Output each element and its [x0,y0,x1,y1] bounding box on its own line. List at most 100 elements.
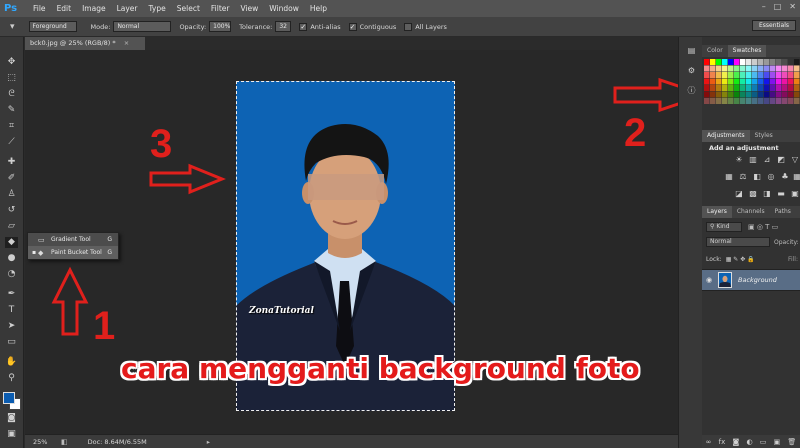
tolerance-input[interactable]: 32 [275,21,292,32]
marquee-tool-icon[interactable]: ⬚ [5,73,18,84]
zoom-tool-icon[interactable]: ⚲ [5,373,18,384]
color-swatch[interactable] [704,65,710,72]
close-button[interactable]: ✕ [789,2,796,11]
tab-layers[interactable]: Layers [702,206,732,218]
color-swatch[interactable] [746,78,752,85]
color-swatch[interactable] [794,65,800,72]
color-swatch[interactable] [758,91,764,98]
color-swatch[interactable] [758,65,764,72]
color-swatch[interactable] [782,59,788,65]
color-swatch[interactable] [782,65,788,72]
color-swatch[interactable] [728,91,734,98]
color-swatch[interactable] [788,85,794,91]
color-swatch[interactable] [782,91,788,98]
selective-color-icon[interactable]: ▣ [790,189,800,198]
kind-filter-select[interactable]: ⚲ Kind [706,222,742,232]
move-tool-icon[interactable]: ✥ [5,57,18,68]
blend-mode-select[interactable]: Normal [706,237,770,247]
color-swatch[interactable] [782,78,788,85]
channel-mixer-icon[interactable]: ♣ [780,172,790,181]
curves-icon[interactable]: ⊿ [762,155,772,164]
color-swatch[interactable] [758,98,764,104]
color-balance-icon[interactable]: ⚖ [738,172,748,181]
color-swatch[interactable] [734,59,740,65]
trash-icon[interactable]: 🗑 [787,438,796,446]
levels-icon[interactable]: ▥ [748,155,758,164]
quick-mask-icon[interactable]: ◙ [5,413,18,424]
color-swatch[interactable] [710,59,716,65]
color-swatch[interactable] [764,78,770,85]
crop-tool-icon[interactable]: ⌗ [5,121,18,132]
color-swatch[interactable] [734,85,740,91]
status-menu-arrow-icon[interactable]: ▸ [207,438,210,446]
menu-edit[interactable]: Edit [57,4,72,13]
color-swatch[interactable] [752,65,758,72]
color-swatch[interactable] [728,59,734,65]
clone-stamp-tool-icon[interactable]: ♙ [5,189,18,200]
brightness-contrast-icon[interactable]: ☀ [734,155,744,164]
menu-help[interactable]: Help [310,4,327,13]
color-swatch[interactable] [770,78,776,85]
menu-window[interactable]: Window [269,4,299,13]
color-swatch[interactable] [794,98,800,104]
color-swatch[interactable] [740,65,746,72]
color-swatch[interactable] [746,72,752,78]
path-selection-tool-icon[interactable]: ➤ [5,321,18,332]
color-swatch[interactable] [728,72,734,78]
type-tool-icon[interactable]: T [5,305,18,316]
zoom-level[interactable]: 25% [33,438,61,446]
menu-layer[interactable]: Layer [117,4,138,13]
color-swatch[interactable] [734,91,740,98]
opacity-input[interactable]: 100% [209,21,232,32]
color-swatch[interactable] [764,65,770,72]
color-swatch[interactable] [740,91,746,98]
color-swatch[interactable] [710,65,716,72]
color-swatch[interactable] [740,59,746,65]
fill-source-select[interactable]: Foreground [28,21,77,32]
close-document-icon[interactable]: × [124,39,129,47]
tab-swatches[interactable]: Swatches [727,45,767,57]
color-swatch[interactable] [794,85,800,91]
gradient-tool-option[interactable]: ▭ Gradient Tool G [28,233,118,246]
color-swatch[interactable] [794,78,800,85]
swatches-grid[interactable] [704,59,800,121]
all-layers-checkbox[interactable] [404,22,413,31]
color-swatch[interactable] [752,91,758,98]
paint-bucket-tool-icon[interactable]: ◆ [5,237,18,248]
color-swatch[interactable] [776,65,782,72]
photo-filter-icon[interactable]: ◎ [766,172,776,181]
color-swatch[interactable] [776,72,782,78]
menu-select[interactable]: Select [177,4,200,13]
color-swatch[interactable] [722,72,728,78]
document-tab[interactable]: bck0.jpg @ 25% (RGB/8) * × [25,37,145,50]
color-swatch[interactable] [722,85,728,91]
color-swatch[interactable] [788,72,794,78]
color-swatch[interactable] [728,78,734,85]
threshold-icon[interactable]: ◨ [762,189,772,198]
color-swatch[interactable] [794,59,800,65]
eye-icon[interactable]: ◉ [702,276,716,284]
color-swatch[interactable] [704,98,710,104]
layer-mask-icon[interactable]: ◙ [732,438,739,446]
invert-icon[interactable]: ◪ [734,189,744,198]
properties-panel-icon[interactable]: ⚙ [685,65,698,76]
color-swatch[interactable] [782,85,788,91]
color-swatch[interactable] [734,72,740,78]
tab-adjustments[interactable]: Adjustments [702,130,750,142]
color-swatch[interactable] [704,59,710,65]
brush-tool-icon[interactable]: ✐ [5,173,18,184]
color-swatch[interactable] [704,78,710,85]
color-swatch[interactable] [728,85,734,91]
color-swatch[interactable] [734,65,740,72]
color-swatch[interactable] [710,98,716,104]
color-swatch[interactable] [782,72,788,78]
color-swatch[interactable] [740,85,746,91]
color-swatch[interactable] [722,98,728,104]
layer-row-background[interactable]: ◉ Background [702,269,800,291]
color-swatch[interactable] [740,78,746,85]
history-panel-icon[interactable]: ▤ [685,45,698,56]
color-swatch[interactable] [734,78,740,85]
group-icon[interactable]: ▭ [760,438,767,446]
menu-image[interactable]: Image [82,4,106,13]
vibrance-icon[interactable]: ▽ [790,155,800,164]
